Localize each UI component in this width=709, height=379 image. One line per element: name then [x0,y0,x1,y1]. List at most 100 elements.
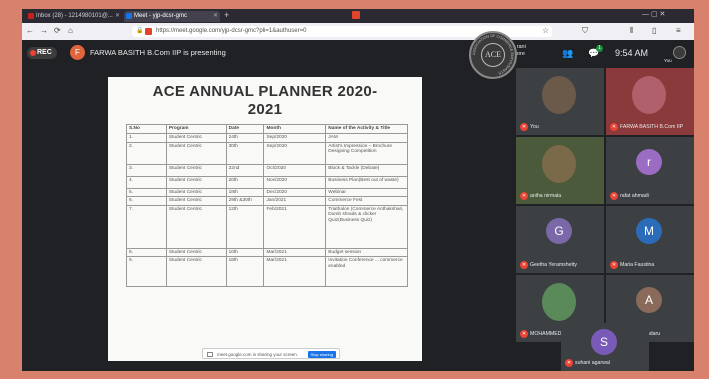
table-cell: 7. [126,204,167,249]
people-icon[interactable]: 👥 [562,48,573,59]
table-cell: JAM [325,132,408,143]
meet-top-bar: REC F FARWA BASITH B.Com IIP is presenti… [22,40,694,66]
browser-toolbar: ← → ⟳ ⌂ 🔒 https://meet.google.com/yjp-dc… [22,23,694,40]
close-tab-icon[interactable]: ✕ [213,11,218,22]
table-cell: Dec/2020 [263,187,327,198]
table-cell: 20th [225,175,265,189]
sidebar-icon[interactable]: ▯ [652,26,656,35]
forward-icon[interactable]: → [40,26,48,35]
table-cell: Block & Tackle (Debate) [325,163,408,177]
table-cell: Student Centric [165,187,227,198]
table-cell: Student Centric [165,196,227,206]
close-tab-icon[interactable]: ✕ [115,11,120,22]
menu-icon[interactable]: ≡ [676,26,681,35]
new-tab-button[interactable]: + [224,10,229,20]
table-row: 1. Student Centric 24th Sep/2020 JAM [126,132,408,143]
participant-tile[interactable]: ✕ aniha nirmala [516,137,604,204]
table-cell: 30th [225,141,265,165]
mic-muted-icon: ✕ [520,192,528,200]
self-avatar[interactable] [673,46,686,59]
table-cell: Commerce Fest [325,196,408,206]
col-header: Name of the Activity & Title [325,124,408,134]
participant-name: Geetha Yeramshetty [530,262,578,268]
participant-tile[interactable]: G ✕ Geetha Yeramshetty [516,206,604,273]
ace-logo: ACE ASSOCIATION OF COMMERCE ENTHUSIASTS [469,31,517,79]
table-cell: 10th [225,247,265,258]
table-cell: 22nd [225,163,265,177]
col-header: Month [263,124,327,134]
table-cell: 8. [126,247,167,258]
table-cell: Student Centric [165,204,227,249]
participant-tile[interactable]: M ✕ Maria Faustina [606,206,694,273]
participant-tile[interactable]: S ✕ suhani agarwal [561,323,649,371]
table-cell: 1. [126,132,167,143]
table-cell: Student Centric [165,175,227,189]
table-cell: Student Centric [165,247,227,258]
slide-title: ACE ANNUAL PLANNER 2020- 2021 [152,83,378,118]
svg-text:ASSOCIATION OF COMMERCE ENTHUS: ASSOCIATION OF COMMERCE ENTHUSIASTS [472,34,514,75]
table-cell: Student Centric [165,256,227,288]
table-row: 6. Student Centric 29th &30th Jan/2021 Comme… [126,196,408,206]
table-cell: Webinar [325,187,408,198]
shield-icon[interactable]: ⛉ [582,26,588,36]
reload-icon[interactable]: ⟳ [54,26,61,35]
chat-count-badge: 1 [596,45,603,52]
participant-tile[interactable]: ✕ You [516,68,604,135]
table-cell: 4. [126,175,167,189]
participant-avatar: S [591,329,617,355]
library-icon[interactable]: ⫴ [630,26,633,36]
table-row: 7. Student Centric 12th Feb/2021 Triathalon … [126,204,408,249]
shared-slide: ACE ANNUAL PLANNER 2020- 2021 S.No Progr… [108,77,422,361]
star-icon[interactable]: ☆ [542,26,549,35]
col-header: Date [225,124,265,134]
table-cell: Budget session [325,247,408,258]
participant-name: Maria Faustina [620,262,655,268]
table-cell: Business Plan(Best out of waste) [325,175,408,189]
participant-avatar: M [636,218,662,244]
meet-icon [126,13,132,19]
participant-video [632,76,666,114]
table-row: 5. Student Centric 18th Dec/2020 Webinar [126,187,408,198]
participant-video [542,283,576,321]
table-cell: Nov/2020 [263,175,327,189]
table-cell: Oct/2020 [263,163,327,177]
presenter-avatar: F [70,45,85,60]
table-header-row: S.No Program Date Month Name of the Acti… [126,124,408,134]
table-cell: Sep/2020 [263,141,327,165]
participant-video [542,145,576,183]
table-cell: Student Centric [165,132,227,143]
table-row: 4. Student Centric 20th Nov/2020 Business Pl… [126,175,408,189]
tab-inbox[interactable]: Inbox (28) - 1214980101@... ✕ [26,11,122,22]
table-cell: 12th [225,204,265,249]
mic-muted-icon: ✕ [610,192,618,200]
participant-name: suhani agarwal [575,360,610,366]
participant-name: You [530,124,539,130]
record-dot-icon [30,50,36,56]
table-cell: Mar/2021 [263,256,327,288]
mic-muted-icon: ✕ [520,330,528,338]
tab-meet[interactable]: Meet - yjp-dcsr-gmc ✕ [124,11,220,22]
planner-table: S.No Program Date Month Name of the Acti… [126,124,408,288]
table-cell: 5. [126,187,167,198]
table-row: 2. Student Centric 30th Sep/2020 Artist's Im… [126,141,408,165]
table-cell: Student Centric [165,163,227,177]
table-cell: Artist's Impression – Brochure Designing… [325,141,408,165]
participant-avatar: r [636,149,662,175]
gmail-icon [28,13,34,19]
window-controls[interactable]: — ▢ ✕ [642,10,665,18]
table-row: 8. Student Centric 10th Mar/2021 Budget sess… [126,247,408,258]
camera-sharing-icon[interactable] [145,28,152,35]
mic-muted-icon: ✕ [520,261,528,269]
browser-tab-bar: Inbox (28) - 1214980101@... ✕ Meet - yjp… [22,9,694,23]
table-cell: 29th &30th [225,196,265,206]
participant-tile[interactable]: ✕ FARWA BASITH B.Com IIP [606,68,694,135]
col-header: S.No [126,124,167,134]
back-icon[interactable]: ← [26,26,34,35]
screen-frame: Inbox (28) - 1214980101@... ✕ Meet - yjp… [22,9,694,371]
sharing-indicator-icon[interactable] [352,11,360,19]
participant-avatar: A [636,287,662,313]
participant-tile[interactable]: r ✕ rafat ahmadi [606,137,694,204]
table-cell: Triathalon (Commerce Anthakshari, Dumb s… [325,204,408,249]
home-icon[interactable]: ⌂ [68,26,73,35]
stop-sharing-button[interactable]: Stop sharing [307,351,336,358]
